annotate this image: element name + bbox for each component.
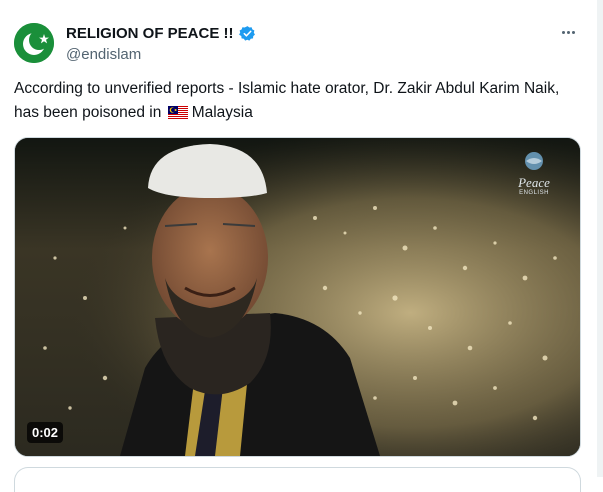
author-name-row: RELIGION OF PEACE !!	[66, 25, 256, 42]
video-duration: 0:02	[27, 422, 64, 443]
malaysia-flag-icon	[167, 106, 188, 120]
watermark-subtitle: ENGLISH	[519, 190, 549, 196]
tweet-text-main: According to unverified reports - Islami…	[14, 80, 560, 121]
video-player[interactable]: Peace ENGLISH 0:02	[14, 137, 581, 457]
display-name[interactable]: RELIGION OF PEACE !!	[66, 25, 234, 42]
tweet-text-country: Malaysia	[191, 104, 253, 121]
author-handle[interactable]: @endislam	[66, 46, 141, 63]
globe-logo-icon	[525, 152, 543, 170]
channel-watermark: Peace ENGLISH	[506, 150, 562, 196]
next-card-edge	[14, 467, 581, 492]
more-dot	[566, 30, 570, 34]
more-dot	[571, 30, 575, 34]
crescent-star-icon	[14, 23, 54, 63]
more-options-button[interactable]	[555, 22, 581, 42]
verified-badge-icon	[238, 26, 255, 41]
profile-avatar[interactable]	[14, 23, 54, 63]
tweet-text: According to unverified reports - Islami…	[14, 77, 574, 125]
watermark-title: Peace	[518, 175, 550, 190]
more-dot	[561, 30, 565, 34]
scrollbar-track	[597, 0, 603, 477]
video-thumbnail	[15, 138, 580, 456]
